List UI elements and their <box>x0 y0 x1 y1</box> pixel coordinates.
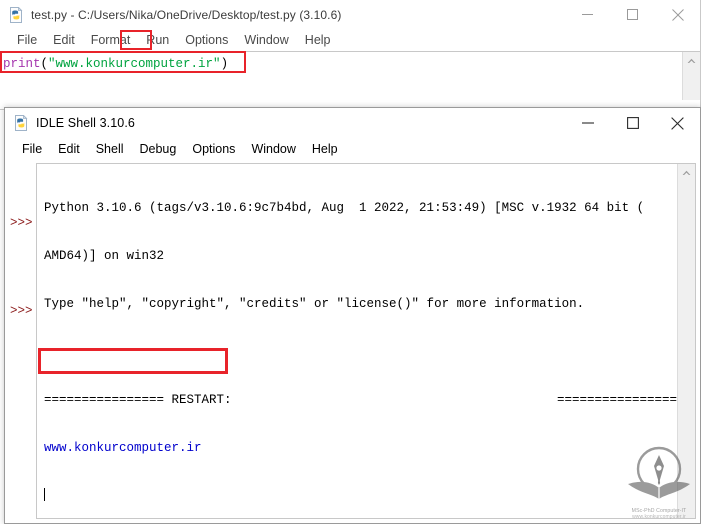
code-token-open-paren: ( <box>40 57 49 71</box>
menu-help[interactable]: Help <box>297 31 339 49</box>
shell-titlebar[interactable]: IDLE Shell 3.10.6 <box>5 108 700 138</box>
editor-window[interactable]: test.py - C:/Users/Nika/OneDrive/Desktop… <box>0 0 701 110</box>
shell-title: IDLE Shell 3.10.6 <box>36 116 135 130</box>
shell-restart-line: ================ RESTART: ==============… <box>44 392 677 408</box>
menu-file[interactable]: File <box>9 31 45 49</box>
maximize-icon <box>627 9 638 20</box>
shell-menu-options[interactable]: Options <box>184 140 243 158</box>
menu-window[interactable]: Window <box>236 31 296 49</box>
shell-input-caret-line[interactable] <box>44 488 677 504</box>
menu-options[interactable]: Options <box>177 31 236 49</box>
code-token-close-paren: ) <box>220 57 229 71</box>
shell-output[interactable]: Python 3.10.6 (tags/v3.10.6:9c7b4bd, Aug… <box>44 168 677 518</box>
shell-prompt-gutter: >>> >>> <box>9 163 36 519</box>
editor-titlebar[interactable]: test.py - C:/Users/Nika/OneDrive/Desktop… <box>0 0 700 29</box>
menu-edit[interactable]: Edit <box>45 31 83 49</box>
shell-restart-right: ================ <box>556 393 677 407</box>
editor-menubar[interactable]: File Edit Format Run Options Window Help <box>0 29 700 51</box>
scroll-up-arrow-icon <box>682 170 691 175</box>
shell-restart-left: ================ RESTART: <box>44 393 232 407</box>
shell-close-button[interactable] <box>655 108 700 138</box>
python-file-icon <box>8 6 24 23</box>
shell-menu-edit[interactable]: Edit <box>50 140 88 158</box>
shell-blank-line <box>44 344 677 360</box>
shell-maximize-button[interactable] <box>610 108 655 138</box>
shell-window[interactable]: IDLE Shell 3.10.6 File Edit Shell Debug … <box>4 107 701 524</box>
shell-banner-line-1: Python 3.10.6 (tags/v3.10.6:9c7b4bd, Aug… <box>44 201 645 215</box>
shell-menu-window[interactable]: Window <box>243 140 303 158</box>
shell-menu-debug[interactable]: Debug <box>132 140 185 158</box>
close-icon <box>671 8 684 21</box>
watermark-caption-url: www.konkurcomputer.ir <box>632 514 686 520</box>
close-button[interactable] <box>655 0 700 29</box>
shell-menu-file[interactable]: File <box>14 140 50 158</box>
editor-window-buttons[interactable] <box>565 0 700 29</box>
text-caret <box>44 488 45 501</box>
code-token-keyword: print <box>3 57 41 71</box>
shell-prompt-first: >>> <box>10 216 33 230</box>
shell-menubar[interactable]: File Edit Shell Debug Options Window Hel… <box>5 138 700 160</box>
shell-menu-shell[interactable]: Shell <box>88 140 132 158</box>
editor-text-area[interactable]: print("www.konkurcomputer.ir") <box>0 51 700 100</box>
shell-prompt-second: >>> <box>10 304 33 318</box>
minimize-icon <box>582 14 593 15</box>
minimize-icon <box>581 122 594 124</box>
minimize-button[interactable] <box>565 0 610 29</box>
maximize-icon <box>626 117 639 129</box>
watermark: MSc-PhD Computer-IT www.konkurcomputer.i… <box>620 444 698 520</box>
shell-banner-line-3: Type "help", "copyright", "credits" or "… <box>44 297 585 311</box>
editor-vertical-scrollbar[interactable] <box>682 52 700 100</box>
shell-scroll-up-button[interactable] <box>678 164 695 181</box>
close-icon <box>671 116 684 130</box>
pen-nib-book-logo-icon <box>628 446 690 499</box>
editor-scroll-up-button[interactable] <box>683 52 700 69</box>
shell-menu-help[interactable]: Help <box>304 140 346 158</box>
python-shell-icon <box>13 114 29 131</box>
maximize-button[interactable] <box>610 0 655 29</box>
menu-format[interactable]: Format <box>83 31 139 49</box>
shell-window-buttons[interactable] <box>565 108 700 138</box>
editor-title: test.py - C:/Users/Nika/OneDrive/Desktop… <box>31 7 342 22</box>
shell-text-area[interactable]: Python 3.10.6 (tags/v3.10.6:9c7b4bd, Aug… <box>36 163 696 519</box>
menu-run[interactable]: Run <box>138 31 177 49</box>
shell-minimize-button[interactable] <box>565 108 610 138</box>
scroll-up-arrow-icon <box>687 58 696 63</box>
code-line[interactable]: print("www.konkurcomputer.ir") <box>3 56 228 72</box>
code-token-string: "www.konkurcomputer.ir" <box>48 57 221 71</box>
shell-output-line: www.konkurcomputer.ir <box>44 441 202 455</box>
shell-banner-line-2: AMD64)] on win32 <box>44 249 165 263</box>
